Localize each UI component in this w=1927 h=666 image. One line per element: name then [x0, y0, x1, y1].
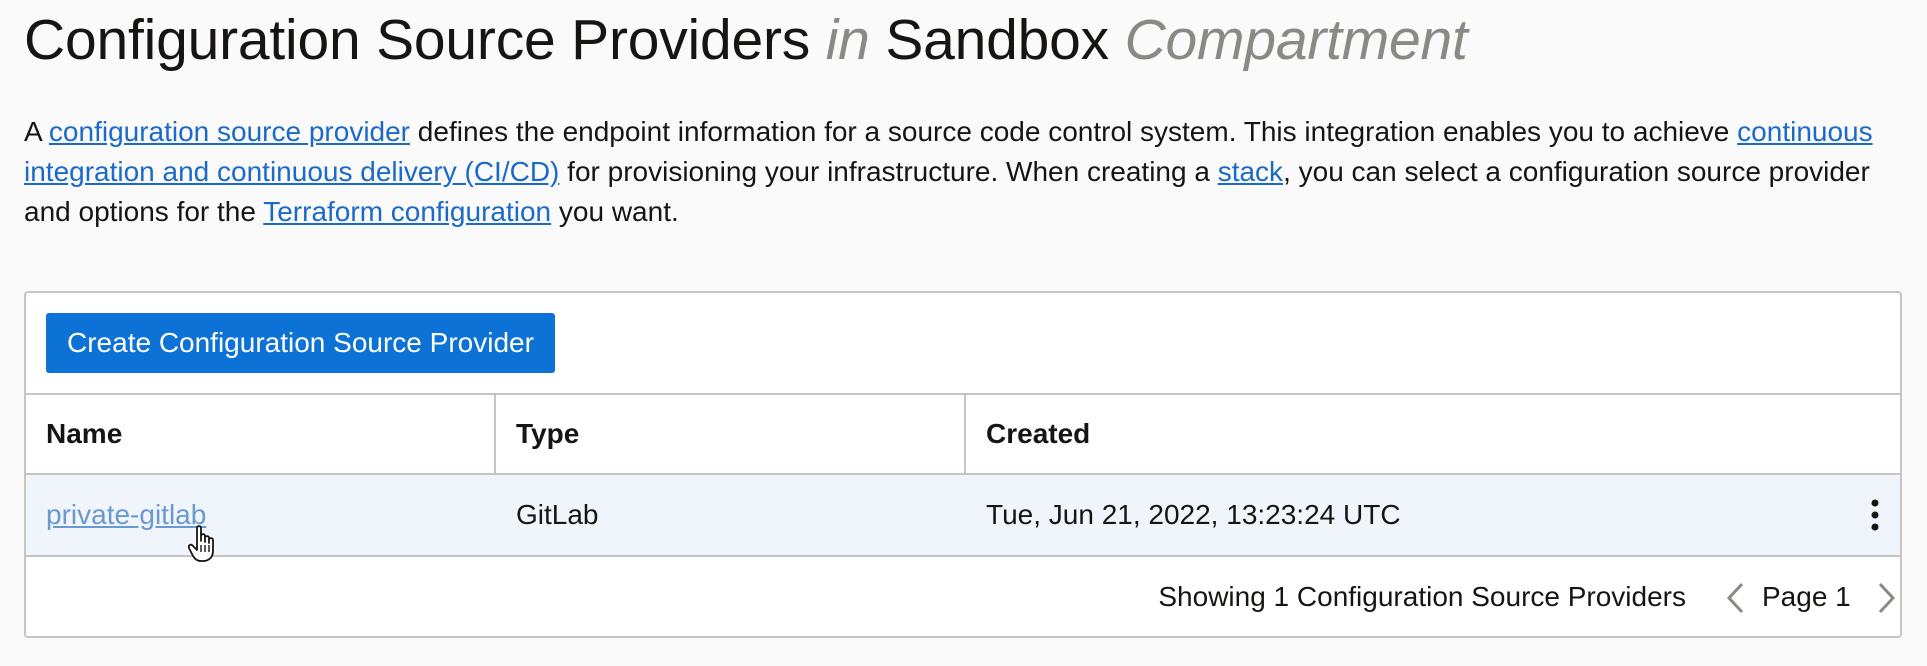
column-header-created[interactable]: Created: [966, 395, 1900, 473]
configuration-source-provider-link[interactable]: configuration source provider: [49, 116, 410, 147]
terraform-configuration-link[interactable]: Terraform configuration: [263, 196, 551, 227]
table-header: Name Type Created: [26, 393, 1900, 475]
page-indicator: Page 1: [1762, 581, 1851, 612]
table-row: private-gitlab GitLab Tue, Jun 21, 2022,…: [26, 475, 1900, 557]
chevron-right-icon[interactable]: [1872, 581, 1900, 615]
description-text: for provisioning your infrastructure. Wh…: [559, 156, 1218, 187]
results-count: Showing 1 Configuration Source Providers: [1158, 581, 1686, 612]
create-configuration-source-provider-button[interactable]: Create Configuration Source Provider: [46, 313, 555, 373]
title-part1: Configuration Source Providers: [24, 8, 811, 72]
title-in: in: [825, 8, 870, 72]
stack-link[interactable]: stack: [1218, 156, 1283, 187]
title-part2: Sandbox: [885, 8, 1109, 72]
title-compartment: Compartment: [1124, 8, 1468, 72]
row-created-cell: Tue, Jun 21, 2022, 13:23:24 UTC: [986, 499, 1401, 530]
column-header-type[interactable]: Type: [496, 395, 966, 473]
description-text: defines the endpoint information for a s…: [410, 116, 1738, 147]
providers-table-panel: Create Configuration Source Provider Nam…: [24, 291, 1902, 638]
description-text: you want.: [551, 196, 679, 227]
page-title: Configuration Source Providers in Sandbo…: [24, 4, 1468, 76]
chevron-left-icon[interactable]: [1722, 581, 1750, 615]
page-description: A configuration source provider defines …: [24, 112, 1904, 232]
row-name-cell: private-gitlab: [46, 475, 206, 555]
table-footer: Showing 1 Configuration Source Providers…: [26, 557, 1900, 636]
description-text: A: [24, 116, 49, 147]
column-header-name[interactable]: Name: [26, 395, 496, 473]
kebab-menu-icon[interactable]: [1860, 495, 1890, 535]
provider-name-link[interactable]: private-gitlab: [46, 499, 206, 530]
row-type-cell: GitLab: [516, 499, 599, 530]
